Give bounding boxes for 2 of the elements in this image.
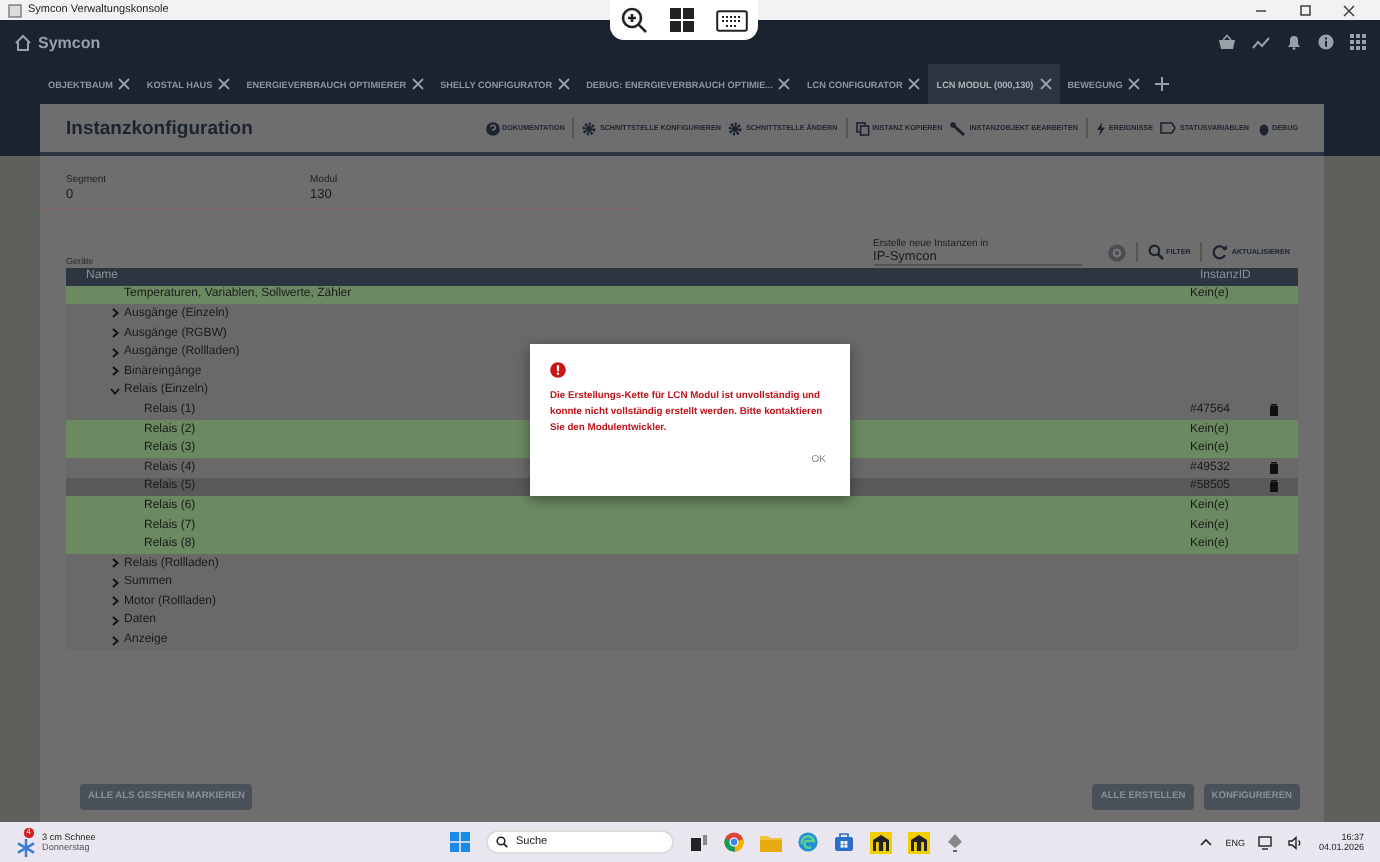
panel-title: Instanzkonfiguration	[66, 117, 253, 139]
app-name: Symcon	[38, 33, 101, 51]
